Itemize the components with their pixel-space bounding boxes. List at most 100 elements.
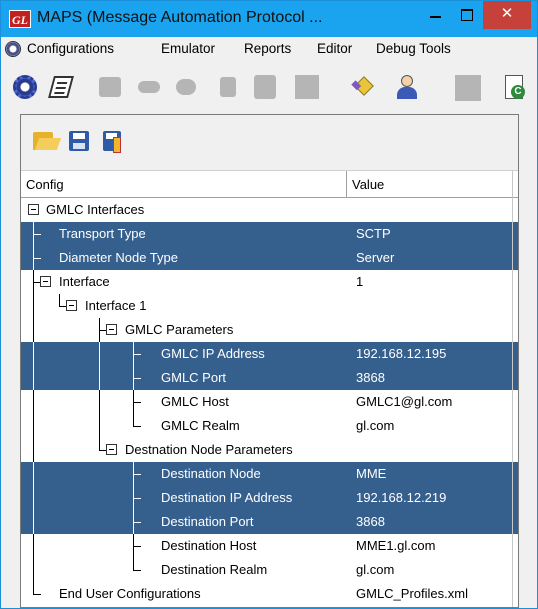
tree-line — [33, 486, 34, 510]
table-row[interactable]: Destination Node MME — [21, 462, 518, 486]
collapse-icon[interactable] — [106, 324, 117, 335]
vertical-scrollbar[interactable] — [512, 171, 516, 607]
app-window: GL MAPS (Message Automation Protocol ...… — [0, 0, 538, 609]
row-label: Destination IP Address — [161, 490, 293, 505]
table-row[interactable]: Destination IP Address 192.168.12.219 — [21, 486, 518, 510]
row-value: MME — [356, 466, 387, 481]
table-row[interactable]: GMLC Port 3868 — [21, 366, 518, 390]
tree-line — [33, 582, 34, 594]
tree-line — [133, 414, 134, 426]
tree-line — [99, 438, 100, 450]
table-row[interactable]: GMLC Interfaces — [21, 198, 518, 222]
app-menu-icon[interactable] — [5, 41, 21, 57]
row-value: 3868 — [356, 370, 385, 385]
table-row[interactable]: Interface 1 — [21, 294, 518, 318]
column-header-config[interactable]: Config — [21, 171, 347, 198]
row-label: Destination Host — [161, 538, 257, 553]
table-row[interactable]: Transport Type SCTP — [21, 222, 518, 246]
app-logo: GL — [9, 10, 31, 28]
call-icon[interactable] — [97, 73, 125, 101]
cell-icon[interactable] — [251, 73, 279, 101]
row-value: 3868 — [356, 514, 385, 529]
save-icon[interactable] — [67, 129, 93, 153]
table-row[interactable]: Destnation Node Parameters — [21, 438, 518, 462]
panel-toolbar — [21, 115, 518, 171]
tree-line — [99, 366, 100, 390]
tree-line — [133, 354, 141, 355]
tree-line — [33, 318, 34, 342]
menu-bar: Configurations Emulator Reports Editor D… — [1, 37, 537, 61]
minimize-button[interactable] — [421, 1, 451, 29]
table-row[interactable]: Interface 1 — [21, 270, 518, 294]
row-value: gl.com — [356, 562, 395, 577]
collapse-icon[interactable] — [106, 444, 117, 455]
collapse-icon[interactable] — [40, 276, 51, 287]
main-toolbar: C — [1, 64, 537, 110]
tree-line — [33, 390, 34, 414]
row-value: 1 — [356, 274, 364, 289]
menu-editor[interactable]: Editor — [317, 41, 352, 56]
row-label: Destination Node — [161, 466, 261, 481]
script-icon[interactable] — [47, 73, 75, 101]
row-value: GMLC_Profiles.xml — [356, 586, 468, 601]
row-label: GMLC Port — [161, 370, 227, 385]
config-tree-grid: Config Value GMLC Interfaces Transport T… — [21, 171, 518, 607]
close-button[interactable]: ✕ — [483, 1, 531, 29]
table-row[interactable]: Destination Host MME1.gl.com — [21, 534, 518, 558]
table-row[interactable]: GMLC Host GMLC1@gl.com — [21, 390, 518, 414]
tree-line — [99, 390, 100, 414]
call-icon[interactable] — [215, 73, 243, 101]
tree-line — [133, 378, 141, 379]
row-label: GMLC Realm — [161, 418, 240, 433]
phone-icon[interactable] — [135, 73, 163, 101]
tree-line — [133, 498, 141, 499]
phone-icon[interactable] — [173, 73, 201, 101]
tree-line — [33, 414, 34, 438]
tree-line — [133, 570, 141, 571]
tree-line — [33, 594, 41, 595]
open-folder-icon[interactable] — [33, 129, 62, 153]
table-row[interactable]: End User Configurations GMLC_Profiles.xm… — [21, 582, 518, 606]
collapse-icon[interactable] — [66, 300, 77, 311]
table-row[interactable]: GMLC Parameters — [21, 318, 518, 342]
report-badge: C — [511, 85, 525, 99]
tree-line — [99, 414, 100, 438]
collapse-icon[interactable] — [28, 204, 39, 215]
row-value: MME1.gl.com — [356, 538, 436, 553]
row-value: GMLC1@gl.com — [356, 394, 453, 409]
tree-line — [99, 342, 100, 366]
save-as-icon[interactable] — [101, 129, 127, 153]
settings-gear-icon[interactable] — [11, 73, 39, 101]
report-icon[interactable]: C — [499, 73, 527, 101]
tree-line — [133, 558, 134, 570]
row-label: Transport Type — [59, 226, 146, 241]
menu-emulator[interactable]: Emulator — [161, 41, 215, 56]
title-bar[interactable]: GL MAPS (Message Automation Protocol ...… — [1, 1, 537, 37]
blank-icon[interactable] — [455, 73, 483, 101]
row-label: Interface 1 — [85, 298, 147, 313]
menu-debug-tools[interactable]: Debug Tools — [376, 41, 451, 56]
row-label: Interface — [59, 274, 110, 289]
row-value: 192.168.12.195 — [356, 346, 447, 361]
close-icon: ✕ — [500, 5, 514, 22]
window-title: MAPS (Message Automation Protocol ... — [37, 9, 323, 26]
column-header-value[interactable]: Value — [347, 171, 513, 198]
tree-line — [33, 342, 34, 366]
tree-line — [33, 438, 34, 462]
table-row[interactable]: GMLC Realm gl.com — [21, 414, 518, 438]
menu-reports[interactable]: Reports — [244, 41, 291, 56]
row-label: Destination Port — [161, 514, 254, 529]
tree-line — [33, 462, 34, 486]
table-row[interactable]: Destination Port 3868 — [21, 510, 518, 534]
blank-icon[interactable] — [293, 73, 321, 101]
row-label: End User Configurations — [59, 586, 201, 601]
menu-configurations[interactable]: Configurations — [27, 41, 114, 56]
maximize-button[interactable] — [451, 1, 481, 29]
edit-icon[interactable] — [351, 73, 379, 101]
user-icon[interactable] — [393, 73, 421, 101]
table-row[interactable]: Diameter Node Type Server — [21, 246, 518, 270]
row-label: GMLC IP Address — [161, 346, 265, 361]
row-label: Destnation Node Parameters — [125, 442, 293, 457]
table-row[interactable]: Destination Realm gl.com — [21, 558, 518, 582]
table-row[interactable]: GMLC IP Address 192.168.12.195 — [21, 342, 518, 366]
